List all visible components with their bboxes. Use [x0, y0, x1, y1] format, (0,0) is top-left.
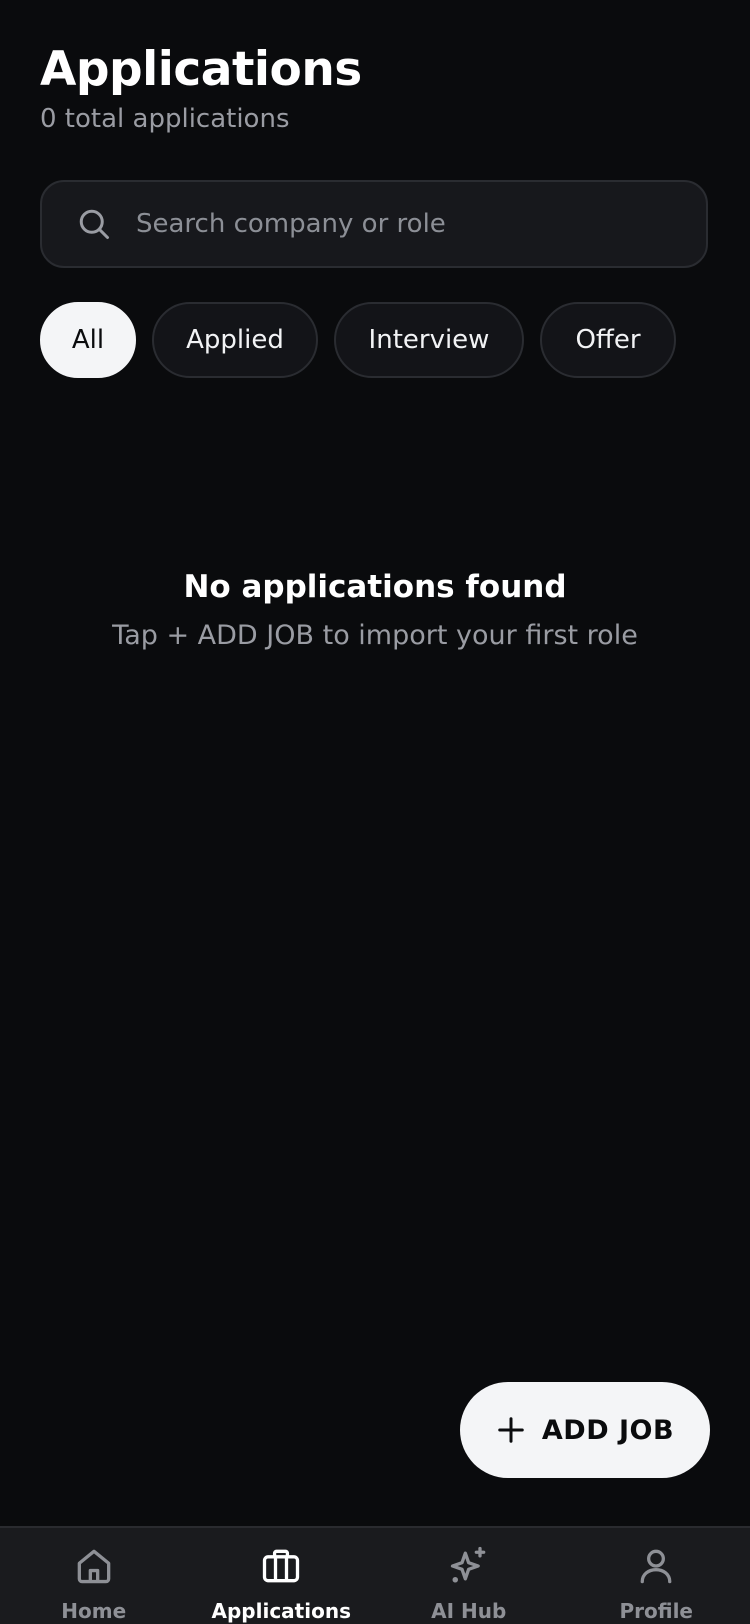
tab-home[interactable]: Home [0, 1528, 188, 1624]
application-count: 0 total applications [40, 104, 290, 134]
tab-profile-label: Profile [619, 1599, 693, 1623]
empty-state-hint: Tap + ADD JOB to import your first role [112, 620, 638, 651]
empty-state: No applications found Tap + ADD JOB to i… [0, 566, 750, 654]
tab-applications[interactable]: Applications [188, 1528, 376, 1624]
tab-home-label: Home [61, 1599, 127, 1623]
tab-profile[interactable]: Profile [563, 1528, 750, 1624]
page-title: Applications [40, 42, 362, 97]
filter-chip-applied[interactable]: Applied [152, 302, 318, 378]
status-filter-chips: All Applied Interview Offer [40, 302, 676, 378]
tab-ai-hub-label: AI Hub [431, 1599, 507, 1623]
bottom-tab-bar: Home Applications AI Hub Profile [0, 1526, 750, 1624]
filter-chip-offer[interactable]: Offer [540, 302, 676, 378]
home-icon [72, 1544, 116, 1588]
plus-icon [496, 1415, 526, 1445]
briefcase-icon [259, 1544, 303, 1588]
user-icon [634, 1544, 678, 1588]
empty-state-title: No applications found [183, 569, 567, 605]
search-bar[interactable] [40, 180, 708, 268]
filter-chip-interview[interactable]: Interview [334, 302, 524, 378]
filter-chip-all[interactable]: All [40, 302, 136, 378]
search-icon [76, 206, 112, 242]
page-header: Applications 0 total applications [40, 40, 362, 136]
add-job-button[interactable]: ADD JOB [460, 1382, 710, 1478]
sparkles-icon [447, 1544, 491, 1588]
search-input[interactable] [136, 194, 706, 254]
tab-ai-hub[interactable]: AI Hub [375, 1528, 563, 1624]
add-job-label: ADD JOB [541, 1414, 675, 1446]
tab-applications-label: Applications [211, 1599, 351, 1623]
